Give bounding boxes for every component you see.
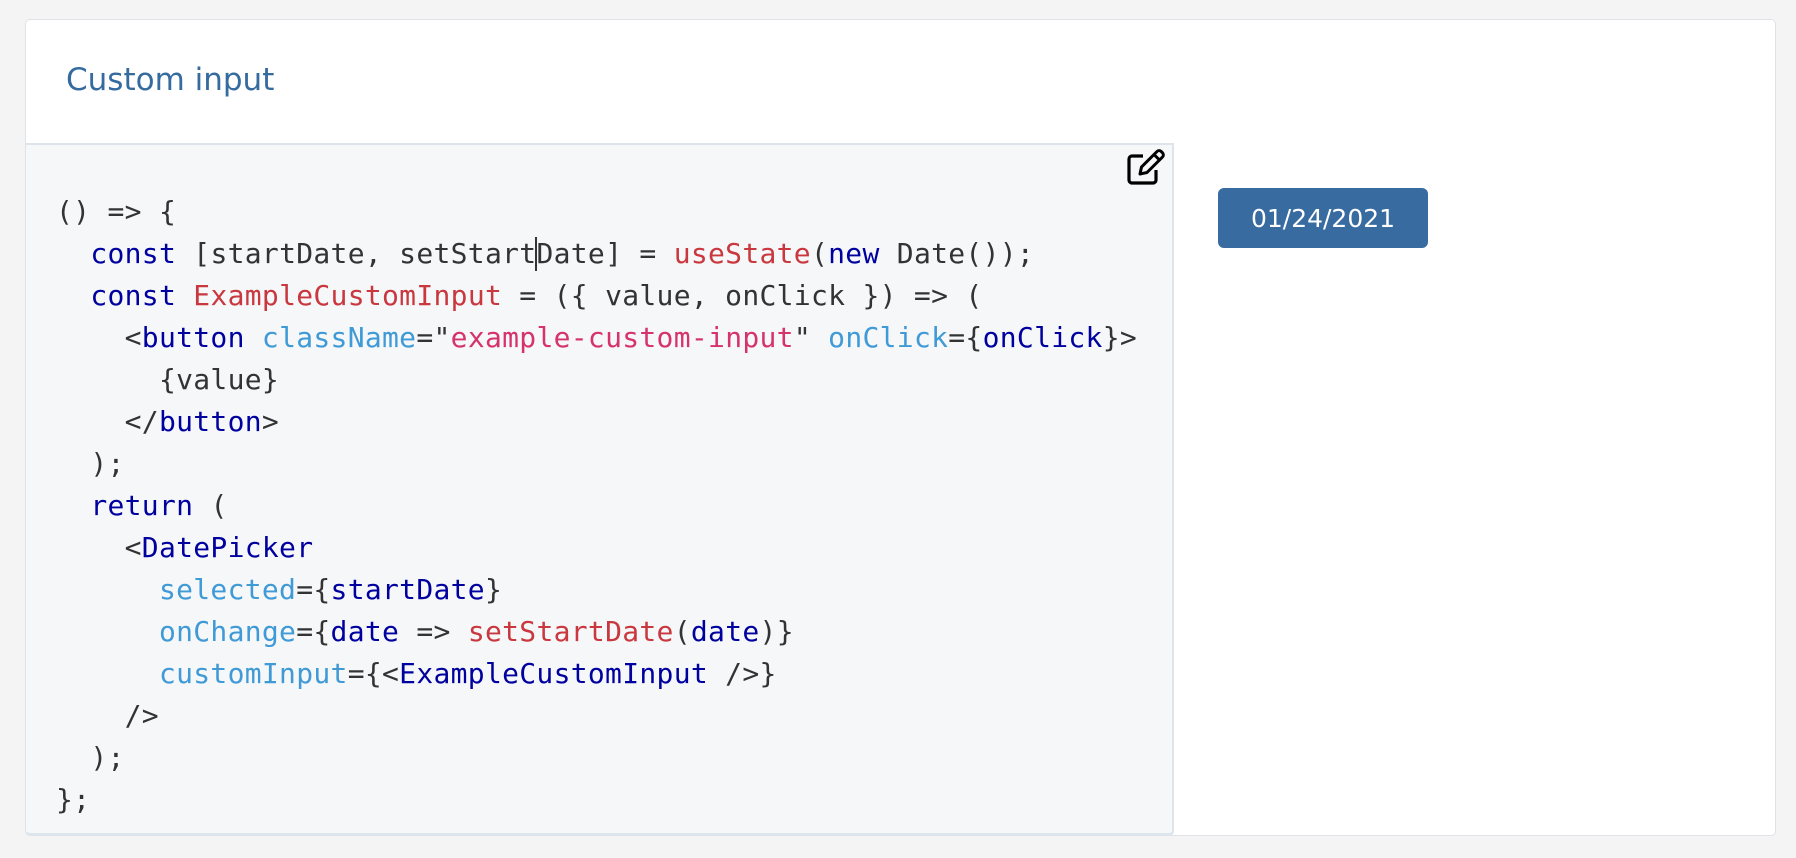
example-title: Custom input: [66, 62, 275, 98]
code-token: date: [330, 615, 400, 648]
code-token: Date());: [879, 237, 1035, 270]
code-token: }: [484, 573, 503, 606]
code-token: DatePicker: [141, 531, 314, 564]
code-token: return: [90, 489, 194, 522]
code-token: ={<: [347, 657, 400, 690]
code-token: >: [261, 405, 280, 438]
code-token: ": [793, 321, 829, 354]
code-token: <: [56, 531, 142, 564]
code-token: onClick: [828, 321, 949, 354]
code-token: onChange: [158, 615, 297, 648]
code-line: onChange={date => setStartDate(date)}: [56, 611, 1137, 653]
code-token: startDate: [330, 573, 485, 606]
code-line: <button className="example-custom-input"…: [56, 317, 1137, 359]
example-card: Custom input () => { const [startDate, s…: [25, 19, 1776, 836]
custom-date-input-button[interactable]: 01/24/2021: [1218, 188, 1428, 248]
code-token: =": [416, 321, 451, 354]
code-line: );: [56, 443, 1137, 485]
code-text[interactable]: () => { const [startDate, setStartDate] …: [56, 191, 1137, 821]
code-line: );: [56, 737, 1137, 779]
edit-icon[interactable]: [1126, 148, 1166, 186]
code-line: <DatePicker: [56, 527, 1137, 569]
code-line: const [startDate, setStartDate] = useSta…: [56, 233, 1137, 275]
code-token: );: [56, 447, 125, 480]
code-token: className: [261, 321, 417, 354]
code-token: </: [56, 405, 159, 438]
code-token: );: [56, 741, 125, 774]
code-token: useState: [673, 237, 811, 270]
code-token: />: [56, 699, 159, 732]
code-token: customInput: [158, 657, 348, 690]
code-token: ={: [948, 321, 983, 354]
code-token: selected: [158, 573, 297, 606]
code-token: = ({ value, onClick }) => (: [502, 279, 983, 312]
code-token: };: [56, 783, 91, 816]
code-token: date: [690, 615, 760, 648]
code-token: onClick: [982, 321, 1103, 354]
code-token: =>: [399, 615, 468, 648]
code-token: const: [90, 279, 177, 312]
code-token: example-custom-input: [450, 321, 794, 354]
code-line: selected={startDate}: [56, 569, 1137, 611]
code-token: (: [193, 489, 228, 522]
code-token: (: [810, 237, 829, 270]
code-token: button: [158, 405, 262, 438]
code-token: setStartDate: [467, 615, 674, 648]
code-token: button: [141, 321, 245, 354]
code-token: new: [828, 237, 880, 270]
code-line: </button>: [56, 401, 1137, 443]
code-token: ={: [296, 573, 331, 606]
code-line: customInput={<ExampleCustomInput />}: [56, 653, 1137, 695]
code-token: (: [673, 615, 691, 648]
code-token: ={: [296, 615, 331, 648]
code-token: {value}: [56, 363, 280, 396]
code-line: };: [56, 779, 1137, 821]
code-line: return (: [56, 485, 1137, 527]
code-token: />}: [708, 657, 777, 690]
code-line: () => {: [56, 191, 1137, 233]
code-token: [startDate, setStart: [176, 237, 537, 270]
code-token: }>: [1102, 321, 1138, 354]
code-token: const: [90, 237, 177, 270]
code-token: )}: [759, 615, 794, 648]
code-line: {value}: [56, 359, 1137, 401]
code-token: <: [56, 321, 142, 354]
code-token: ExampleCustomInput: [193, 279, 503, 312]
code-line: const ExampleCustomInput = ({ value, onC…: [56, 275, 1137, 317]
code-token: () => {: [56, 195, 177, 228]
code-editor[interactable]: () => { const [startDate, setStartDate] …: [26, 145, 1174, 836]
code-line: />: [56, 695, 1137, 737]
code-token: ExampleCustomInput: [399, 657, 709, 690]
code-token: Date] =: [536, 237, 674, 270]
